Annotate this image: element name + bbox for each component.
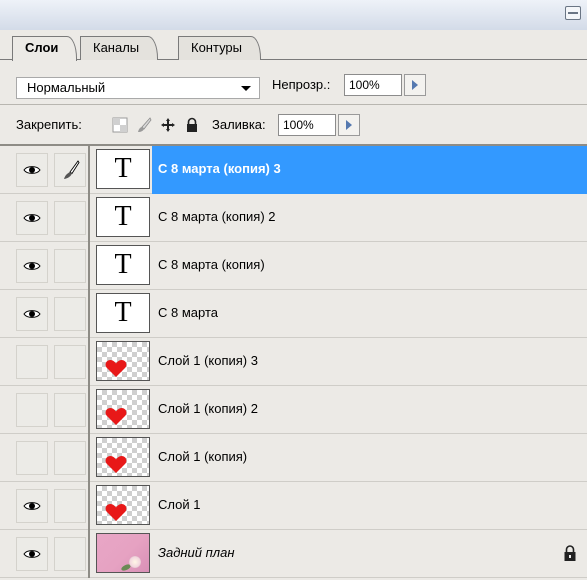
fill-label: Заливка: xyxy=(212,117,266,132)
column-separator xyxy=(88,194,90,242)
layer-row[interactable]: T С 8 марта (копия) xyxy=(0,242,587,290)
layer-thumbnail[interactable]: T xyxy=(96,149,150,189)
link-toggle[interactable] xyxy=(54,537,86,571)
layer-name[interactable]: С 8 марта xyxy=(158,303,218,323)
lock-row: Закрепить: Заливка: 100% xyxy=(0,104,587,144)
panel-tabs: Слои Каналы Контуры xyxy=(0,30,587,61)
link-toggle[interactable] xyxy=(54,201,86,235)
lock-position-move-icon[interactable] xyxy=(160,117,176,133)
visibility-toggle[interactable] xyxy=(16,201,48,235)
column-separator xyxy=(88,146,90,194)
text-layer-icon: T xyxy=(114,153,132,184)
lock-paint-brush-icon[interactable] xyxy=(136,117,152,133)
layer-name[interactable]: С 8 марта (копия) xyxy=(158,255,265,275)
eye-visibility-icon xyxy=(23,262,41,270)
background-image-thumb xyxy=(97,534,149,572)
layer-thumbnail[interactable]: T xyxy=(96,293,150,333)
layer-thumbnail[interactable]: T xyxy=(96,245,150,285)
text-layer-icon: T xyxy=(114,201,132,232)
layer-thumbnail[interactable] xyxy=(96,389,150,429)
panel-title-bar xyxy=(0,0,587,30)
layer-thumbnail[interactable]: T xyxy=(96,197,150,237)
eye-visibility-icon xyxy=(23,502,41,510)
column-separator xyxy=(88,242,90,290)
visibility-toggle[interactable] xyxy=(16,537,48,571)
eye-visibility-icon xyxy=(23,166,41,174)
column-separator xyxy=(88,482,90,530)
link-toggle[interactable] xyxy=(54,489,86,523)
layers-panel: Слои Каналы Контуры Нормальный Непрозр.:… xyxy=(0,0,587,580)
visibility-toggle[interactable] xyxy=(16,153,48,187)
column-separator xyxy=(88,434,90,482)
link-toggle[interactable] xyxy=(54,297,86,331)
layer-thumbnail[interactable] xyxy=(96,485,150,525)
eye-visibility-icon xyxy=(23,310,41,318)
column-separator xyxy=(88,386,90,434)
layer-name[interactable]: Слой 1 (копия) 2 xyxy=(158,399,258,419)
layer-row[interactable]: Слой 1 (копия) xyxy=(0,434,587,482)
blend-mode-select[interactable]: Нормальный xyxy=(16,77,260,99)
blend-mode-value: Нормальный xyxy=(27,80,106,95)
column-separator xyxy=(88,290,90,338)
tab-layers[interactable]: Слои xyxy=(12,36,78,61)
layer-row[interactable]: Слой 1 (копия) 2 xyxy=(0,386,587,434)
layer-row[interactable]: T С 8 марта (копия) 3 xyxy=(0,146,587,194)
lock-transparent-icon[interactable] xyxy=(112,117,128,133)
layers-list: T С 8 марта (копия) 3 T С 8 марта (копия) 2… xyxy=(0,146,587,580)
column-separator xyxy=(88,338,90,386)
visibility-toggle[interactable] xyxy=(16,249,48,283)
chevron-down-icon xyxy=(241,86,251,91)
layer-row[interactable]: Слой 1 (копия) 3 xyxy=(0,338,587,386)
visibility-toggle[interactable] xyxy=(16,345,48,379)
layer-thumbnail[interactable] xyxy=(96,533,150,573)
opacity-input[interactable]: 100% xyxy=(344,74,402,96)
layer-name[interactable]: Задний план xyxy=(158,543,235,563)
opacity-slider-button[interactable] xyxy=(404,74,426,96)
link-toggle[interactable] xyxy=(54,441,86,475)
blend-row: Нормальный Непрозр.: 100% xyxy=(0,60,587,104)
layer-row[interactable]: T С 8 марта xyxy=(0,290,587,338)
paint-brush-icon xyxy=(64,160,80,179)
opacity-label: Непрозр.: xyxy=(272,77,331,92)
heart-icon xyxy=(105,456,127,473)
fill-slider-button[interactable] xyxy=(338,114,360,136)
layer-name[interactable]: С 8 марта (копия) 3 xyxy=(158,159,281,179)
heart-icon xyxy=(105,504,127,521)
flower-icon xyxy=(129,556,141,568)
fill-input[interactable]: 100% xyxy=(278,114,336,136)
layer-locked-padlock-icon xyxy=(564,545,576,561)
link-toggle[interactable] xyxy=(54,153,86,187)
heart-icon xyxy=(105,408,127,425)
visibility-toggle[interactable] xyxy=(16,297,48,331)
link-toggle[interactable] xyxy=(54,249,86,283)
visibility-toggle[interactable] xyxy=(16,441,48,475)
layer-thumbnail[interactable] xyxy=(96,437,150,477)
layer-name[interactable]: Слой 1 xyxy=(158,495,200,515)
link-toggle[interactable] xyxy=(54,393,86,427)
eye-visibility-icon xyxy=(23,550,41,558)
layer-name[interactable]: С 8 марта (копия) 2 xyxy=(158,207,276,227)
layer-name[interactable]: Слой 1 (копия) xyxy=(158,447,247,467)
text-layer-icon: T xyxy=(114,249,132,280)
lock-label: Закрепить: xyxy=(16,117,82,132)
layer-row[interactable]: T С 8 марта (копия) 2 xyxy=(0,194,587,242)
tab-channels[interactable]: Каналы xyxy=(80,36,159,60)
visibility-toggle[interactable] xyxy=(16,393,48,427)
layer-thumbnail[interactable] xyxy=(96,341,150,381)
layer-row[interactable]: Слой 1 xyxy=(0,482,587,530)
lock-all-padlock-icon[interactable] xyxy=(184,117,200,133)
visibility-toggle[interactable] xyxy=(16,489,48,523)
link-toggle[interactable] xyxy=(54,345,86,379)
column-separator xyxy=(88,530,90,578)
tab-paths[interactable]: Контуры xyxy=(178,36,262,60)
layer-name[interactable]: Слой 1 (копия) 3 xyxy=(158,351,258,371)
heart-icon xyxy=(105,360,127,377)
layer-row[interactable]: Задний план xyxy=(0,530,587,578)
text-layer-icon: T xyxy=(114,297,132,328)
eye-visibility-icon xyxy=(23,214,41,222)
panel-menu-icon[interactable] xyxy=(565,6,581,20)
